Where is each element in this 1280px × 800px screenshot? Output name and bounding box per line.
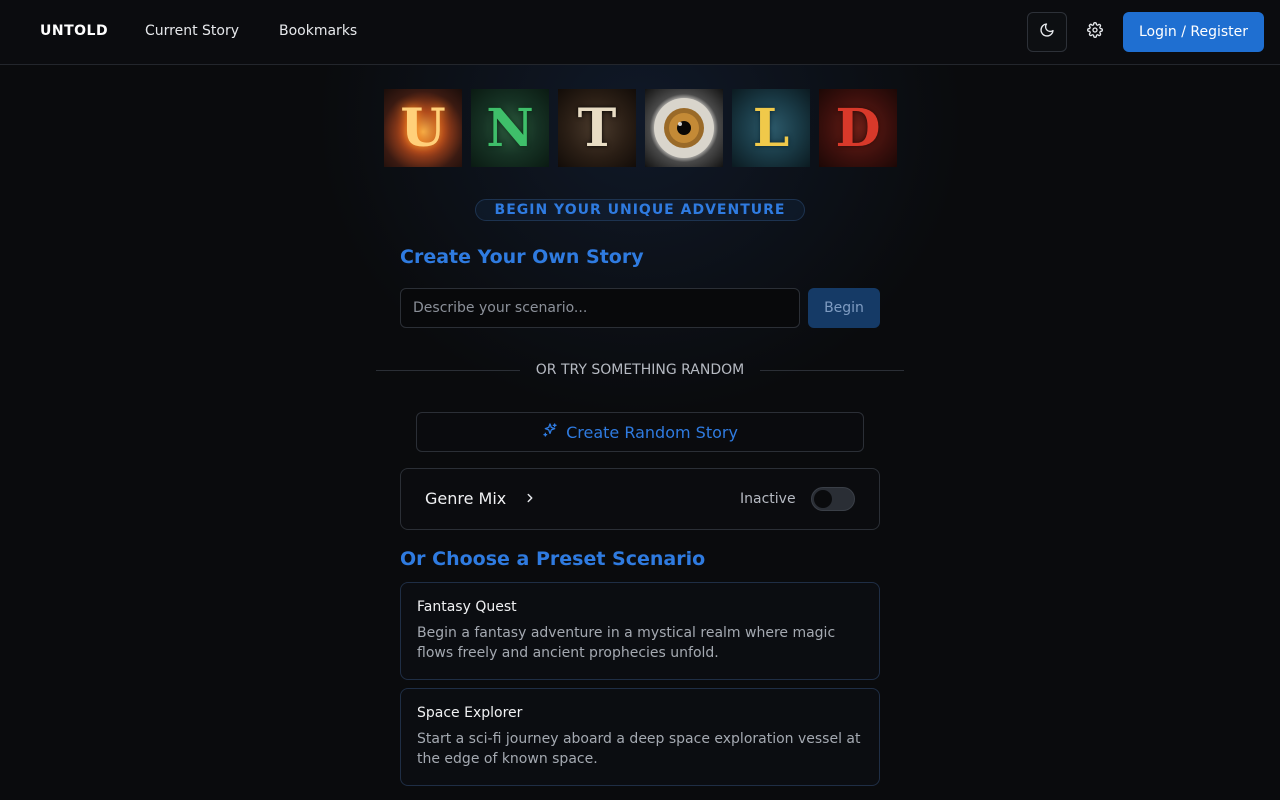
genre-mix-panel: Genre Mix Inactive [400,468,880,530]
logo-tile-u: U [384,89,462,167]
theme-toggle-button[interactable] [1027,12,1067,52]
logo-tile-n: N [471,89,549,167]
settings-button[interactable] [1075,12,1115,52]
preset-description: Start a sci-fi journey aboard a deep spa… [417,731,861,767]
nav-current-story[interactable]: Current Story [145,23,239,39]
untold-logo-banner: U N T L D [384,89,897,167]
gear-icon [1087,22,1103,42]
top-navbar: UNTOLD Current Story Bookmarks Login / R… [0,0,1280,65]
create-random-story-label: Create Random Story [566,422,738,442]
divider-line-right [760,370,904,371]
divider-line-left [376,370,520,371]
create-story-heading: Create Your Own Story [400,246,644,268]
login-register-button[interactable]: Login / Register [1123,12,1264,52]
chevron-right-icon[interactable] [523,490,537,509]
begin-button[interactable]: Begin [808,288,880,328]
create-random-story-button[interactable]: Create Random Story [416,412,864,452]
preset-name: Fantasy Quest [417,599,517,615]
genre-mix-status: Inactive [740,491,796,507]
scenario-input[interactable] [400,288,800,328]
toggle-knob [814,490,832,508]
nav-bookmarks[interactable]: Bookmarks [279,23,357,39]
preset-description: Begin a fantasy adventure in a mystical … [417,625,836,661]
preset-card-space-explorer[interactable]: Space Explorer Start a sci-fi journey ab… [400,688,880,786]
preset-name: Space Explorer [417,705,523,721]
genre-mix-toggle[interactable] [811,487,855,511]
preset-card-fantasy-quest[interactable]: Fantasy Quest Begin a fantasy adventure … [400,582,880,680]
sparkles-icon [542,422,558,442]
moon-icon [1039,22,1055,42]
logo-tile-d: D [819,89,897,167]
genre-mix-label[interactable]: Genre Mix [425,489,506,508]
brand-logo[interactable]: UNTOLD [40,23,108,39]
adventure-tagline-badge: BEGIN YOUR UNIQUE ADVENTURE [475,199,805,221]
logo-tile-t: T [558,89,636,167]
eye-icon [654,98,714,158]
random-divider-label: OR TRY SOMETHING RANDOM [535,362,745,378]
logo-tile-o-eye [645,89,723,167]
logo-tile-l: L [732,89,810,167]
preset-scenario-heading: Or Choose a Preset Scenario [400,548,706,570]
